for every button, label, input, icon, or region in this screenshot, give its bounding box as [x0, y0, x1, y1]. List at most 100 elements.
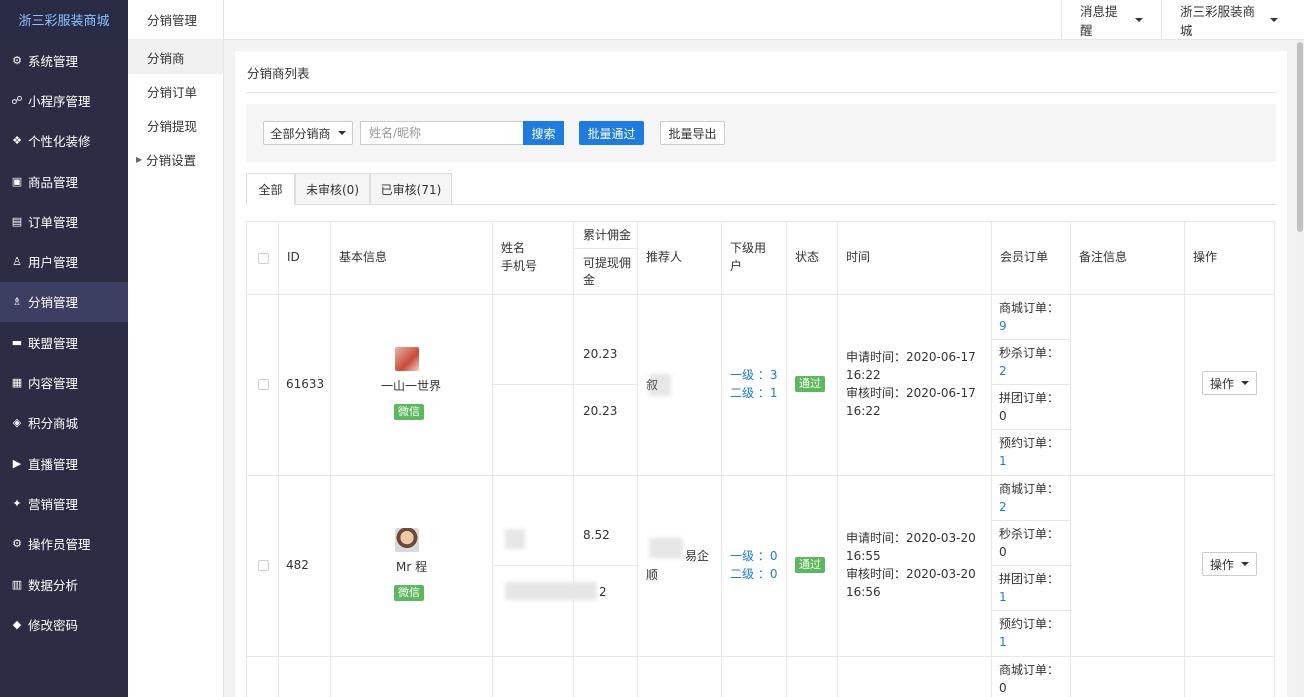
audit-time: 审核时间：2020-06-17	[846, 386, 976, 400]
brand-title[interactable]: 浙三彩服装商城	[0, 0, 128, 40]
level2-link[interactable]: 二级 ：0	[730, 565, 777, 583]
store-dropdown[interactable]: 浙三彩服装商城	[1161, 0, 1296, 40]
row-referrer: 易企	[685, 549, 710, 563]
sidebar-item-label: 营销管理	[28, 496, 79, 512]
tab-all[interactable]: 全部	[246, 173, 295, 205]
sidebar-item-label: 系统管理	[28, 53, 79, 69]
search-button[interactable]: 搜索	[523, 121, 564, 145]
level1-link[interactable]: 一级 ：0	[730, 547, 777, 565]
order-label: 商城订单：	[999, 301, 1060, 315]
sidebar-item-analytics[interactable]: ▥ 数据分析	[0, 564, 128, 604]
avatar	[395, 528, 419, 552]
sidebar-item-label: 修改密码	[28, 617, 79, 633]
box-icon: ▣	[11, 174, 23, 188]
header-id: ID	[287, 250, 300, 264]
batch-pass-button[interactable]: 批量通过	[579, 121, 644, 145]
sidebar-item-content[interactable]: ▦ 内容管理	[0, 362, 128, 402]
sidebar-item-system[interactable]: ⚙ 系统管理	[0, 40, 128, 80]
level1-link[interactable]: 一级 ：3	[730, 366, 777, 384]
row-checkbox[interactable]	[258, 379, 269, 390]
bar-chart-icon: ▥	[11, 577, 23, 591]
sidebar-item-password[interactable]: ◆ 修改密码	[0, 604, 128, 644]
sidebar-item-label: 数据分析	[28, 577, 79, 593]
row-checkbox[interactable]	[258, 560, 269, 571]
order-count-link[interactable]: 1	[999, 452, 1007, 470]
submenu-item-withdraw[interactable]: 分销提现	[128, 108, 223, 142]
distributor-table: ID 基本信息 姓名 手机号 累计佣金 可提现佣 金 推荐人 下级用 户 状态 …	[246, 221, 1275, 697]
sidebar-item-distribution[interactable]: ♗ 分销管理	[0, 281, 128, 323]
sidebar-item-label: 操作员管理	[28, 537, 91, 553]
submenu-item-settings[interactable]: ▶ 分销设置	[128, 142, 223, 176]
operation-dropdown[interactable]: 操作	[1202, 371, 1257, 395]
order-label: 预约订单：	[999, 617, 1060, 631]
sidebar-item-alliance[interactable]: ▬ 联盟管理	[0, 322, 128, 362]
row-referrer-2: 顺	[646, 568, 659, 582]
order-count-link[interactable]: 2	[999, 498, 1007, 516]
sidebar-item-goods[interactable]: ▣ 商品管理	[0, 161, 128, 201]
sidebar-item-orders[interactable]: ▤ 订单管理	[0, 201, 128, 241]
card-icon: ▬	[11, 335, 23, 349]
sidebar-item-label: 分销管理	[28, 295, 79, 311]
sidebar-item-live[interactable]: ▶ 直播管理	[0, 443, 128, 483]
tab-reviewed[interactable]: 已审核(71)	[370, 173, 452, 205]
sidebar-item-label: 小程序管理	[28, 93, 91, 109]
sidebar-item-operators[interactable]: ⚙ 操作员管理	[0, 524, 128, 564]
level2-link[interactable]: 二级 ：1	[730, 384, 777, 402]
order-count-link[interactable]: 1	[999, 633, 1007, 651]
order-count-link[interactable]: 9	[999, 317, 1007, 335]
audit-time-2: 16:22	[846, 404, 881, 418]
search-input[interactable]	[360, 121, 524, 145]
sidebar-item-points[interactable]: ◈ 积分商城	[0, 403, 128, 443]
header-time: 时间	[846, 250, 871, 264]
notify-dropdown[interactable]: 消息提醒	[1061, 0, 1161, 40]
link-icon: ☍	[11, 93, 23, 107]
dropdown-label: 全部分销商	[270, 126, 331, 141]
order-count: 0	[999, 545, 1007, 559]
operation-label: 操作	[1209, 376, 1234, 391]
submenu-item-label: 分销设置	[146, 152, 197, 168]
submenu-title: 分销管理	[128, 0, 223, 40]
store-label: 浙三彩服装商城	[1180, 4, 1256, 38]
sidebar-item-miniprogram[interactable]: ☍ 小程序管理	[0, 80, 128, 120]
scrollbar-thumb[interactable]	[1297, 42, 1303, 232]
header-operation: 操作	[1193, 250, 1218, 264]
cell-subdivider	[492, 565, 637, 566]
order-count-link[interactable]: 1	[999, 588, 1007, 606]
tab-unreviewed[interactable]: 未审核(0)	[295, 173, 370, 205]
operation-dropdown[interactable]: 操作	[1202, 552, 1257, 576]
select-all-checkbox[interactable]	[258, 253, 269, 264]
row-referrer: 叙	[646, 378, 659, 392]
row-available-commission: 2	[599, 585, 607, 599]
sidebar-item-decoration[interactable]: ❖ 个性化装修	[0, 121, 128, 161]
submenu-item-distributors[interactable]: 分销商	[128, 40, 223, 74]
caret-down-icon	[337, 131, 346, 135]
row-nickname: Mr 程	[396, 560, 428, 574]
order-label: 预约订单：	[999, 436, 1060, 450]
order-label: 秒杀订单：	[999, 346, 1060, 360]
distributor-filter-dropdown[interactable]: 全部分销商	[263, 121, 353, 145]
blurred-name	[505, 529, 525, 549]
wechat-badge: 微信	[394, 404, 424, 420]
batch-export-button[interactable]: 批量导出	[660, 121, 725, 145]
header-subordinates-2: 户	[730, 259, 743, 273]
header-phone: 手机号	[501, 259, 538, 273]
row-divider	[247, 475, 1274, 476]
filter-bar: 全部分销商 搜索 批量通过 批量导出	[246, 104, 1276, 162]
page-title: 分销商列表	[247, 66, 310, 81]
order-label: 商城订单：	[999, 482, 1060, 496]
megaphone-icon: ✦	[12, 496, 22, 510]
caret-down-icon	[1241, 381, 1249, 385]
user-icon: ♙	[12, 255, 22, 269]
order-label: 拼团订单：	[999, 391, 1060, 405]
blurred-referrer	[649, 538, 683, 558]
sidebar-item-label: 用户管理	[28, 255, 79, 271]
header-available-commission: 可提现佣	[583, 256, 632, 270]
header-subordinates: 下级用	[730, 241, 767, 255]
sidebar-item-marketing[interactable]: ✦ 营销管理	[0, 483, 128, 523]
order-count-link[interactable]: 2	[999, 362, 1007, 380]
submenu: 分销管理 分销商 分销订单 分销提现 ▶ 分销设置	[128, 0, 224, 697]
submenu-item-orders[interactable]: 分销订单	[128, 74, 223, 108]
sidebar-item-users[interactable]: ♙ 用户管理	[0, 241, 128, 281]
notify-label: 消息提醒	[1080, 4, 1118, 38]
cell-subdivider	[991, 565, 1070, 566]
